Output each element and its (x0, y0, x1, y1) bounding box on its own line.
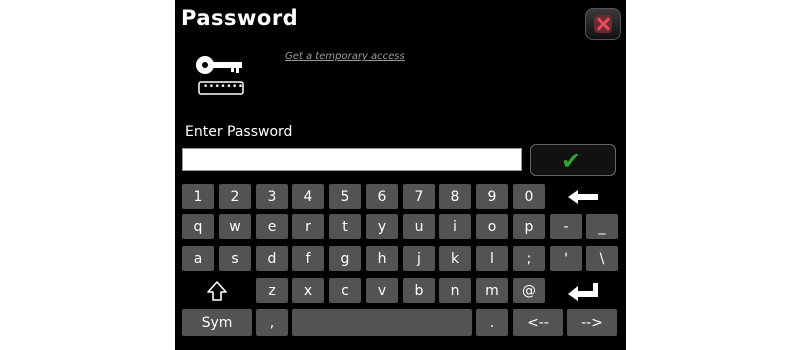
key-j[interactable]: j (403, 246, 435, 271)
key-v[interactable]: v (366, 278, 398, 303)
enter-icon (568, 282, 598, 301)
key-s[interactable]: s (219, 246, 251, 271)
key-m[interactable]: m (476, 278, 508, 303)
key-3[interactable]: 3 (256, 184, 288, 209)
key-1[interactable]: 1 (182, 184, 214, 209)
backspace-arrow-icon (568, 189, 598, 204)
key-8[interactable]: 8 (439, 184, 471, 209)
password-input[interactable] (182, 148, 522, 171)
backspace-key[interactable] (550, 184, 616, 209)
cursor-left-key[interactable]: <-- (513, 309, 563, 336)
key-7[interactable]: 7 (403, 184, 435, 209)
key-w[interactable]: w (219, 214, 251, 239)
space-key[interactable] (292, 309, 472, 336)
key-semicolon[interactable]: ; (513, 246, 545, 271)
close-button[interactable] (585, 8, 621, 40)
confirm-button[interactable]: ✔ (530, 144, 616, 176)
key-apostrophe[interactable]: ' (550, 246, 582, 271)
key-underscore[interactable]: _ (586, 214, 618, 239)
key-k[interactable]: k (439, 246, 471, 271)
key-icon: ••••••• (195, 55, 247, 99)
key-5[interactable]: 5 (329, 184, 361, 209)
key-minus[interactable]: - (550, 214, 582, 239)
key-c[interactable]: c (329, 278, 361, 303)
enter-password-label: Enter Password (185, 124, 293, 140)
key-r[interactable]: r (292, 214, 324, 239)
password-dialog: Password ••••••• Get a temporary access … (175, 0, 626, 350)
key-h[interactable]: h (366, 246, 398, 271)
key-f[interactable]: f (292, 246, 324, 271)
key-x[interactable]: x (292, 278, 324, 303)
key-0[interactable]: 0 (513, 184, 545, 209)
key-9[interactable]: 9 (476, 184, 508, 209)
key-period[interactable]: . (476, 309, 508, 336)
key-p[interactable]: p (513, 214, 545, 239)
key-n[interactable]: n (439, 278, 471, 303)
key-u[interactable]: u (403, 214, 435, 239)
dialog-title: Password (181, 6, 299, 30)
key-comma[interactable]: , (256, 309, 288, 336)
key-d[interactable]: d (256, 246, 288, 271)
key-q[interactable]: q (182, 214, 214, 239)
key-backslash[interactable]: \ (586, 246, 618, 271)
key-z[interactable]: z (256, 278, 288, 303)
key-at[interactable]: @ (513, 278, 545, 303)
key-g[interactable]: g (329, 246, 361, 271)
key-t[interactable]: t (329, 214, 361, 239)
key-2[interactable]: 2 (219, 184, 251, 209)
key-6[interactable]: 6 (366, 184, 398, 209)
temporary-access-link[interactable]: Get a temporary access (285, 51, 405, 62)
masked-password-text: ••••••• (203, 82, 244, 92)
key-b[interactable]: b (403, 278, 435, 303)
key-e[interactable]: e (256, 214, 288, 239)
checkmark-icon: ✔ (561, 147, 582, 175)
key-y[interactable]: y (366, 214, 398, 239)
key-4[interactable]: 4 (292, 184, 324, 209)
key-l[interactable]: l (476, 246, 508, 271)
sym-key[interactable]: Sym (182, 309, 252, 336)
key-a[interactable]: a (182, 246, 214, 271)
enter-key[interactable] (550, 278, 616, 303)
close-icon (594, 15, 612, 33)
key-o[interactable]: o (476, 214, 508, 239)
shift-key[interactable] (201, 278, 233, 303)
cursor-right-key[interactable]: --> (567, 309, 617, 336)
shift-arrow-icon (207, 280, 227, 301)
key-i[interactable]: i (439, 214, 471, 239)
